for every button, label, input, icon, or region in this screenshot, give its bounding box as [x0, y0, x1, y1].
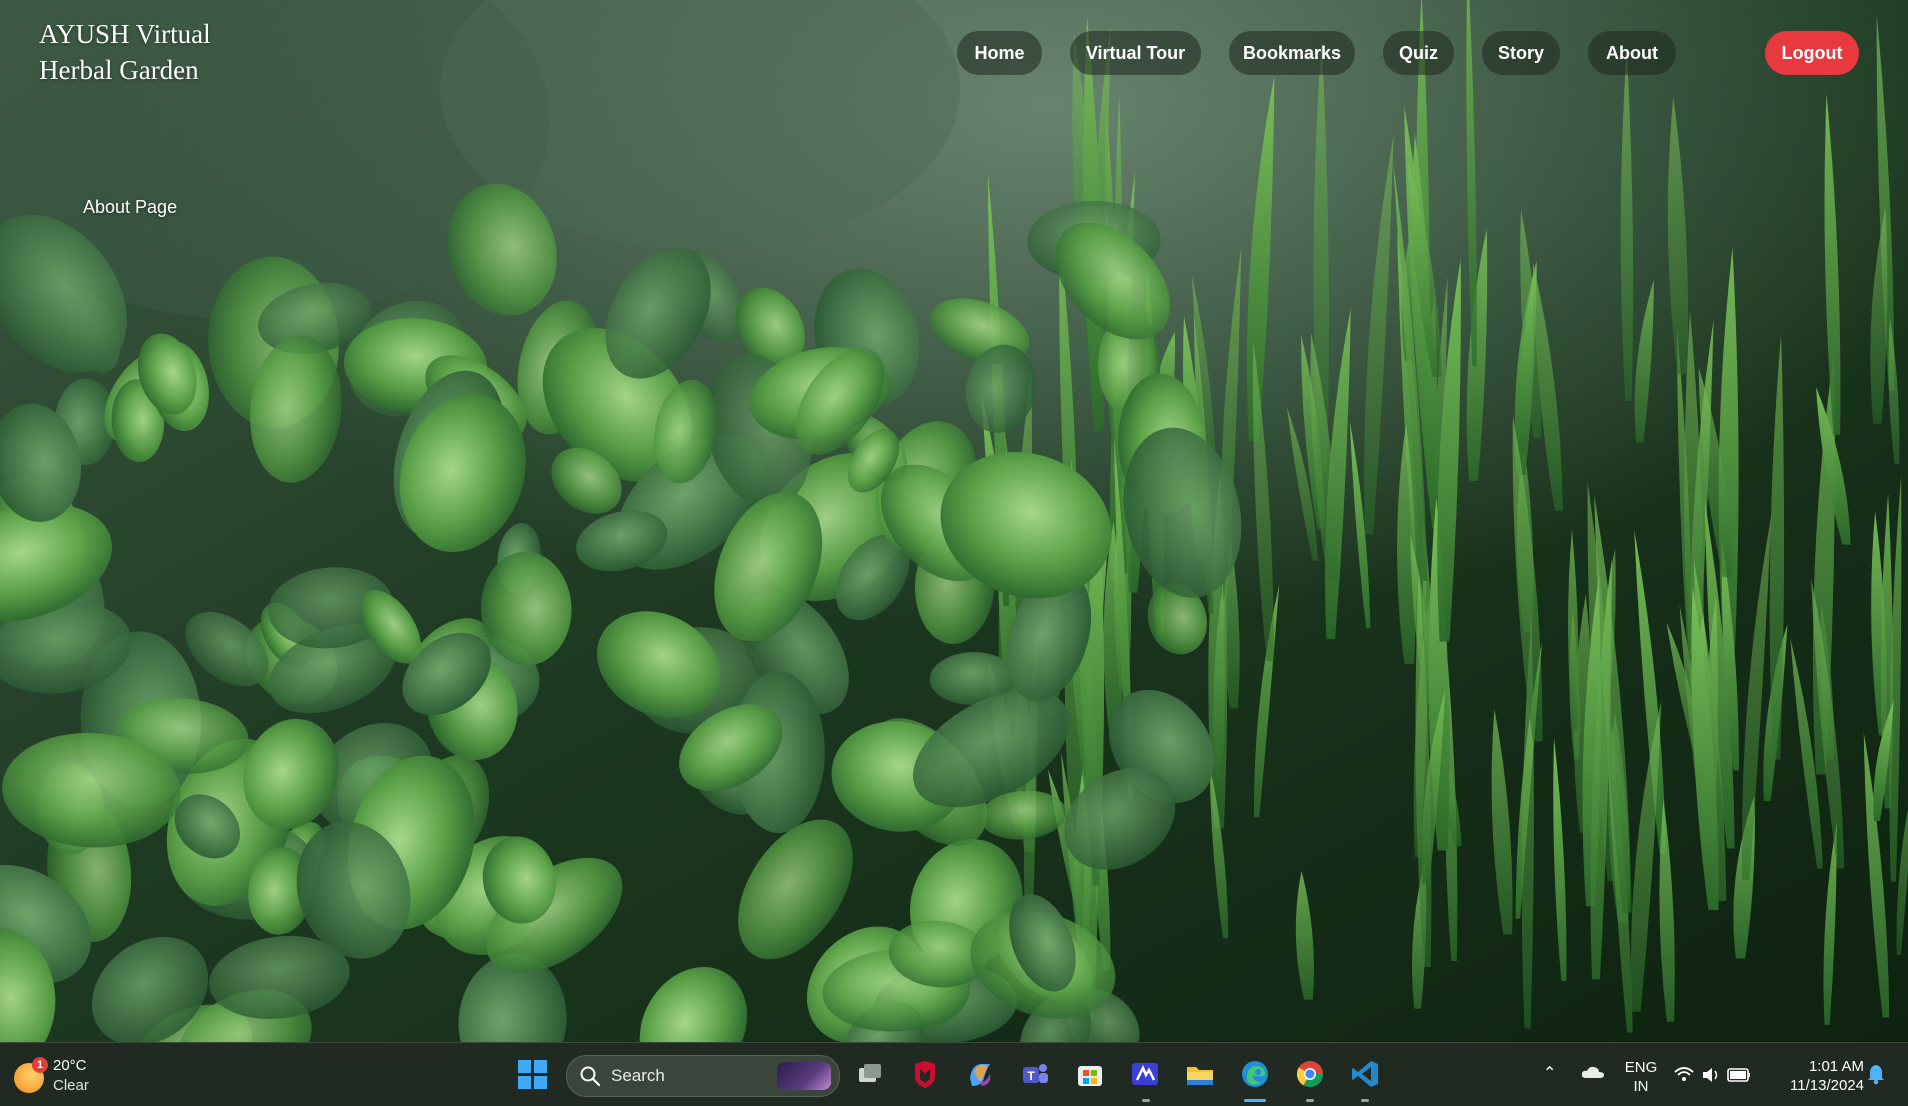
- weather-badge: 1: [32, 1057, 48, 1073]
- main-nav: Home Virtual Tour Bookmarks Quiz Story A…: [0, 31, 1908, 77]
- region-code: IN: [1633, 1078, 1649, 1095]
- studio-icon[interactable]: [1129, 1058, 1161, 1090]
- chrome-icon[interactable]: [1294, 1058, 1326, 1090]
- running-indicator: [1306, 1099, 1314, 1102]
- search-placeholder: Search: [611, 1066, 665, 1085]
- search-icon: [580, 1066, 601, 1087]
- nav-story[interactable]: Story: [1482, 31, 1560, 75]
- weather-condition: Clear: [53, 1077, 89, 1094]
- nav-about[interactable]: About: [1588, 31, 1676, 75]
- task-view-icon[interactable]: [854, 1058, 886, 1090]
- vscode-icon[interactable]: [1349, 1058, 1381, 1090]
- mcafee-icon[interactable]: [909, 1058, 941, 1090]
- clock-date: 11/13/2024: [1790, 1077, 1864, 1094]
- background-image: [0, 0, 1908, 1042]
- notification-bell-icon[interactable]: [1867, 1063, 1885, 1085]
- active-indicator: [1244, 1099, 1266, 1102]
- nav-quiz[interactable]: Quiz: [1383, 31, 1454, 75]
- onedrive-cloud-icon[interactable]: [1581, 1065, 1605, 1079]
- running-indicator: [1142, 1099, 1150, 1102]
- weather-widget[interactable]: 1 20°C Clear: [12, 1055, 122, 1097]
- search-highlight-icon: [777, 1062, 831, 1090]
- taskbar-clock[interactable]: 1:01 AM 11/13/2024: [1768, 1057, 1864, 1095]
- wifi-icon: [1674, 1067, 1694, 1081]
- store-icon[interactable]: [1074, 1058, 1106, 1090]
- edge-icon[interactable]: [1239, 1058, 1271, 1090]
- running-indicator: [1361, 1099, 1369, 1102]
- page-title: About Page: [83, 197, 178, 217]
- clock-time: 1:01 AM: [1808, 1058, 1864, 1075]
- language-code: ENG: [1624, 1059, 1658, 1076]
- nav-virtual-tour[interactable]: Virtual Tour: [1070, 31, 1201, 75]
- logout-button[interactable]: Logout: [1765, 31, 1859, 75]
- weather-temperature: 20°C: [53, 1057, 87, 1074]
- nav-bookmarks[interactable]: Bookmarks: [1229, 31, 1355, 75]
- windows-taskbar: 1 20°C Clear Search T ⌃ ENG IN 1:01 AM 1…: [0, 1042, 1908, 1106]
- taskbar-search[interactable]: Search: [566, 1055, 840, 1097]
- file-explorer-icon[interactable]: [1184, 1058, 1216, 1090]
- copilot-icon[interactable]: [964, 1058, 996, 1090]
- volume-icon: [1703, 1068, 1718, 1082]
- teams-icon[interactable]: T: [1019, 1058, 1051, 1090]
- chevron-up-icon[interactable]: ⌃: [1543, 1063, 1556, 1083]
- svg-text:T: T: [1027, 1069, 1035, 1083]
- nav-home[interactable]: Home: [957, 31, 1042, 75]
- windows-start-icon[interactable]: [518, 1060, 548, 1090]
- battery-icon: [1727, 1068, 1750, 1082]
- language-indicator[interactable]: ENG IN: [1623, 1058, 1659, 1096]
- system-tray-icons[interactable]: [1673, 1063, 1783, 1087]
